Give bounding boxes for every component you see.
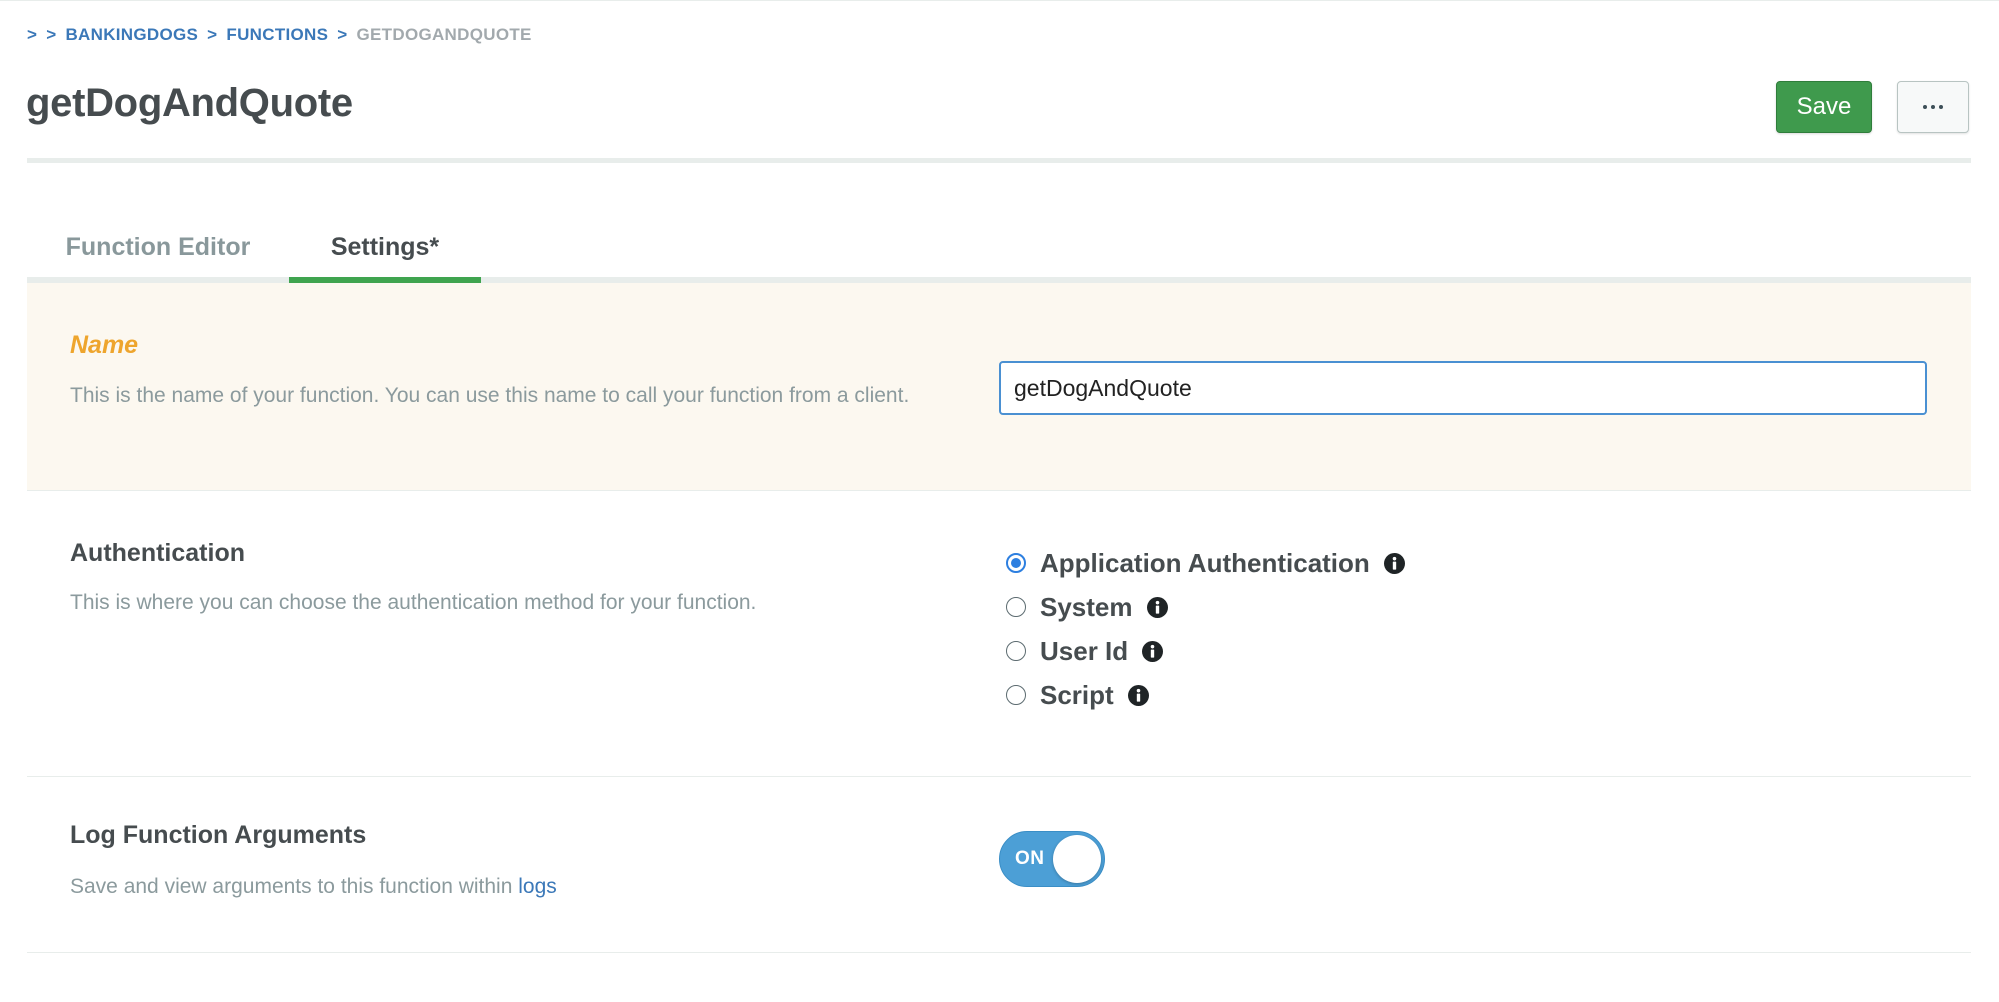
radio-option-user-id[interactable]: User Id bbox=[1006, 629, 1405, 673]
breadcrumb-separator: > bbox=[46, 25, 57, 44]
breadcrumb-separator: > bbox=[337, 25, 348, 44]
breadcrumb-current: GETDOGANDQUOTE bbox=[356, 25, 532, 44]
breadcrumb-link-bankingdogs[interactable]: BANKINGDOGS bbox=[65, 25, 198, 45]
more-horizontal-icon bbox=[1931, 105, 1935, 109]
save-button[interactable]: Save bbox=[1776, 81, 1872, 133]
name-label: Name bbox=[70, 331, 139, 359]
authentication-radio-group: Application Authentication System User I… bbox=[1006, 541, 1405, 717]
info-icon[interactable] bbox=[1146, 596, 1168, 618]
radio-label: Script bbox=[1040, 679, 1114, 710]
breadcrumb-separator: > bbox=[207, 25, 218, 44]
breadcrumb: > > BANKINGDOGS > FUNCTIONS > GETDOGANDQ… bbox=[27, 25, 532, 45]
radio-button-selected[interactable] bbox=[1006, 553, 1026, 573]
tab-settings[interactable]: Settings* bbox=[289, 233, 481, 283]
more-horizontal-icon bbox=[1939, 105, 1943, 109]
header-divider bbox=[27, 158, 1971, 163]
more-options-button[interactable] bbox=[1897, 81, 1969, 133]
radio-option-script[interactable]: Script bbox=[1006, 673, 1405, 717]
radio-button[interactable] bbox=[1006, 597, 1026, 617]
breadcrumb-link-functions[interactable]: FUNCTIONS bbox=[226, 25, 328, 45]
function-name-input[interactable] bbox=[999, 361, 1927, 415]
toggle-state-label: ON bbox=[1015, 848, 1045, 869]
log-arguments-title: Log Function Arguments bbox=[70, 821, 367, 849]
name-section: Name This is the name of your function. … bbox=[27, 283, 1971, 491]
name-description: This is the name of your function. You c… bbox=[70, 384, 910, 407]
info-icon[interactable] bbox=[1142, 640, 1164, 662]
logs-link[interactable]: logs bbox=[518, 875, 557, 898]
radio-label: Application Authentication bbox=[1040, 547, 1370, 578]
info-icon[interactable] bbox=[1383, 552, 1405, 574]
radio-label: User Id bbox=[1040, 635, 1129, 666]
function-settings-page: > > BANKINGDOGS > FUNCTIONS > GETDOGANDQ… bbox=[0, 0, 1999, 1002]
log-arguments-toggle[interactable]: ON bbox=[999, 831, 1105, 887]
tab-function-editor[interactable]: Function Editor bbox=[27, 233, 289, 283]
more-horizontal-icon bbox=[1923, 105, 1927, 109]
radio-option-application-authentication[interactable]: Application Authentication bbox=[1006, 541, 1405, 585]
authentication-title: Authentication bbox=[70, 539, 245, 567]
radio-button[interactable] bbox=[1006, 641, 1026, 661]
page-title: getDogAndQuote bbox=[26, 81, 353, 125]
toggle-knob bbox=[1053, 835, 1101, 883]
radio-option-system[interactable]: System bbox=[1006, 585, 1405, 629]
authentication-description: This is where you can choose the authent… bbox=[70, 591, 757, 614]
log-arguments-description: Save and view arguments to this function… bbox=[70, 875, 557, 899]
authentication-section: Authentication This is where you can cho… bbox=[27, 491, 1971, 777]
log-arguments-section: Log Function Arguments Save and view arg… bbox=[27, 777, 1971, 953]
breadcrumb-separator: > bbox=[27, 25, 38, 44]
radio-button[interactable] bbox=[1006, 685, 1026, 705]
radio-label: System bbox=[1040, 591, 1133, 622]
log-arguments-description-text: Save and view arguments to this function… bbox=[70, 875, 513, 898]
info-icon[interactable] bbox=[1127, 684, 1149, 706]
